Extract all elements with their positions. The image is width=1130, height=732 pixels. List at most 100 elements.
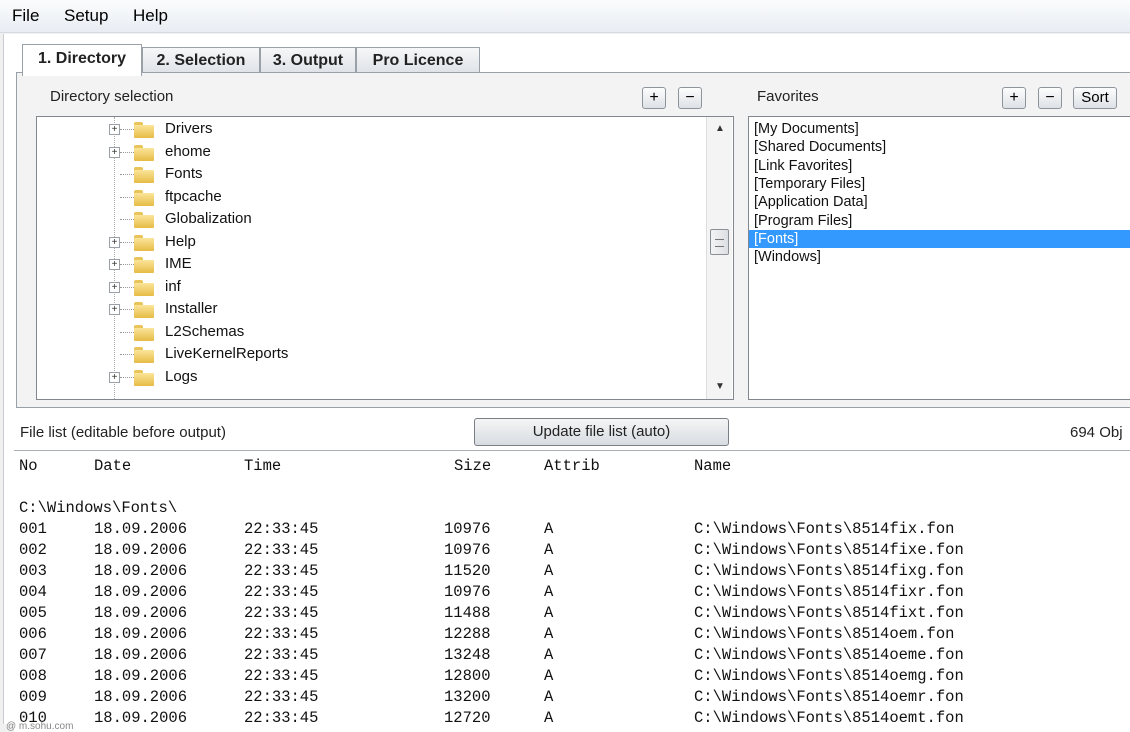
- scroll-up-arrow-icon[interactable]: ▲: [707, 119, 733, 139]
- favorite-item[interactable]: [Link Favorites]: [754, 157, 1130, 175]
- col-size: 13248: [444, 646, 491, 664]
- col-attrib: A: [544, 541, 554, 559]
- col-no: 005: [19, 604, 47, 622]
- menu-bar: File Setup Help: [0, 0, 1130, 33]
- tree-item[interactable]: Fonts: [37, 164, 707, 186]
- tree-item[interactable]: + Help: [37, 232, 707, 254]
- table-row[interactable]: 006 18.09.2006 22:33:45 12288 A C:\Windows\Fo…: [14, 625, 1130, 646]
- tab-pro-licence[interactable]: Pro Licence: [356, 47, 480, 73]
- tab-selection[interactable]: 2. Selection: [142, 47, 260, 73]
- tree-item-label: Installer: [165, 300, 218, 317]
- menu-file[interactable]: File: [12, 6, 39, 26]
- favorite-item[interactable]: [Program Files]: [754, 212, 1130, 230]
- tree-item[interactable]: LiveKernelReports: [37, 344, 707, 366]
- update-file-list-button[interactable]: Update file list (auto): [474, 418, 729, 446]
- table-row[interactable]: 002 18.09.2006 22:33:45 10976 A C:\Windows\Fo…: [14, 541, 1130, 562]
- folder-path: C:\Windows\Fonts\: [19, 499, 178, 517]
- tree-item[interactable]: + ehome: [37, 142, 707, 164]
- expand-icon[interactable]: +: [109, 124, 120, 135]
- header-col-time[interactable]: Time: [244, 457, 281, 475]
- directory-tree[interactable]: + Drivers + ehome Fonts ftpcache Globalization…: [36, 116, 734, 400]
- col-no: 001: [19, 520, 47, 538]
- folder-icon: [134, 144, 154, 161]
- col-no: 007: [19, 646, 47, 664]
- expand-icon[interactable]: +: [109, 146, 120, 158]
- header-col-size[interactable]: Size: [454, 457, 491, 475]
- header-col-date[interactable]: Date: [94, 457, 131, 475]
- add-favorite-button[interactable]: +: [1002, 87, 1026, 109]
- folder-icon: [134, 302, 154, 318]
- file-list[interactable]: No Date Time Size Attrib Name C:\Windows\Fonts…: [14, 450, 1130, 732]
- header-col-attrib[interactable]: Attrib: [544, 457, 600, 475]
- favorite-item[interactable]: [Application Data]: [754, 193, 1130, 211]
- col-time: 22:33:45: [244, 625, 319, 643]
- header-col-name[interactable]: Name: [694, 457, 731, 475]
- table-row[interactable]: 010 18.09.2006 22:33:45 12720 A C:\Windows\Fo…: [14, 709, 1130, 730]
- tab-directory[interactable]: 1. Directory: [22, 44, 142, 76]
- col-attrib: A: [544, 667, 554, 685]
- remove-directory-button[interactable]: −: [678, 87, 702, 109]
- table-row[interactable]: 003 18.09.2006 22:33:45 11520 A C:\Windows\Fo…: [14, 562, 1130, 583]
- tree-item[interactable]: + IME: [37, 254, 707, 276]
- table-row[interactable]: 005 18.09.2006 22:33:45 11488 A C:\Windows\Fo…: [14, 604, 1130, 625]
- col-no: 002: [19, 541, 47, 559]
- col-date: 18.09.2006: [94, 688, 188, 706]
- tree-item[interactable]: + Logs: [37, 367, 707, 389]
- folder-icon: [134, 212, 154, 228]
- header-col-no[interactable]: No: [19, 457, 38, 475]
- favorites-list[interactable]: [My Documents] [Shared Documents] [Link Fa…: [748, 116, 1130, 400]
- table-row[interactable]: 007 18.09.2006 22:33:45 13248 A C:\Windows\Fo…: [14, 646, 1130, 667]
- favorite-item[interactable]: [Fonts]: [749, 229, 1130, 248]
- table-row[interactable]: 009 18.09.2006 22:33:45 13200 A C:\Windows\Fo…: [14, 688, 1130, 709]
- expand-icon[interactable]: +: [109, 371, 120, 383]
- col-no: 008: [19, 667, 47, 685]
- col-size: 10976: [444, 520, 491, 538]
- col-name: C:\Windows\Fonts\8514fix.fon: [694, 520, 955, 538]
- table-row[interactable]: 008 18.09.2006 22:33:45 12800 A C:\Windows\Fo…: [14, 667, 1130, 688]
- col-time: 22:33:45: [244, 541, 319, 559]
- favorite-item[interactable]: [Shared Documents]: [754, 138, 1130, 156]
- expand-icon[interactable]: +: [109, 304, 120, 315]
- col-size: 12720: [444, 709, 491, 727]
- scroll-down-arrow-icon[interactable]: ▼: [707, 377, 733, 397]
- col-date: 18.09.2006: [94, 625, 188, 643]
- tree-item[interactable]: + Installer: [37, 299, 707, 321]
- favorite-item[interactable]: [Windows]: [754, 248, 1130, 266]
- expand-icon[interactable]: +: [109, 236, 120, 248]
- col-name: C:\Windows\Fonts\8514oem.fon: [694, 625, 955, 643]
- col-name: C:\Windows\Fonts\8514oemr.fon: [694, 688, 964, 706]
- tab-output[interactable]: 3. Output: [260, 47, 356, 73]
- favorite-item[interactable]: [My Documents]: [754, 120, 1130, 138]
- add-directory-button[interactable]: +: [642, 87, 666, 109]
- tree-item[interactable]: ftpcache: [37, 187, 707, 209]
- col-attrib: A: [544, 688, 554, 706]
- sort-favorites-button[interactable]: Sort: [1073, 87, 1117, 109]
- menu-help[interactable]: Help: [133, 6, 168, 26]
- col-attrib: A: [544, 562, 554, 580]
- tree-item-label: Logs: [165, 367, 198, 385]
- col-attrib: A: [544, 583, 554, 601]
- expand-icon[interactable]: +: [109, 259, 120, 270]
- tree-item[interactable]: + Drivers: [37, 119, 707, 141]
- tree-connector: [120, 129, 134, 130]
- tree-item-label: inf: [165, 277, 181, 295]
- col-attrib: A: [544, 709, 554, 727]
- table-row[interactable]: 004 18.09.2006 22:33:45 10976 A C:\Windows\Fo…: [14, 583, 1130, 604]
- favorite-item[interactable]: [Temporary Files]: [754, 175, 1130, 193]
- remove-favorite-button[interactable]: −: [1038, 87, 1062, 109]
- folder-icon: [134, 189, 154, 206]
- directory-tree-scrollbar[interactable]: ▲ ▼: [706, 117, 732, 399]
- col-size: 11488: [444, 604, 491, 622]
- scroll-thumb[interactable]: [710, 229, 729, 255]
- table-row[interactable]: 001 18.09.2006 22:33:45 10976 A C:\Windows\Fo…: [14, 520, 1130, 541]
- col-date: 18.09.2006: [94, 604, 188, 622]
- col-time: 22:33:45: [244, 520, 319, 538]
- menu-setup[interactable]: Setup: [64, 6, 108, 26]
- tree-item[interactable]: + inf: [37, 277, 707, 299]
- col-time: 22:33:45: [244, 604, 319, 622]
- tree-item[interactable]: L2Schemas: [37, 322, 707, 344]
- tree-connector: [120, 151, 134, 153]
- tree-item[interactable]: Globalization: [37, 209, 707, 231]
- expand-icon[interactable]: +: [109, 281, 120, 293]
- folder-icon: [134, 167, 154, 183]
